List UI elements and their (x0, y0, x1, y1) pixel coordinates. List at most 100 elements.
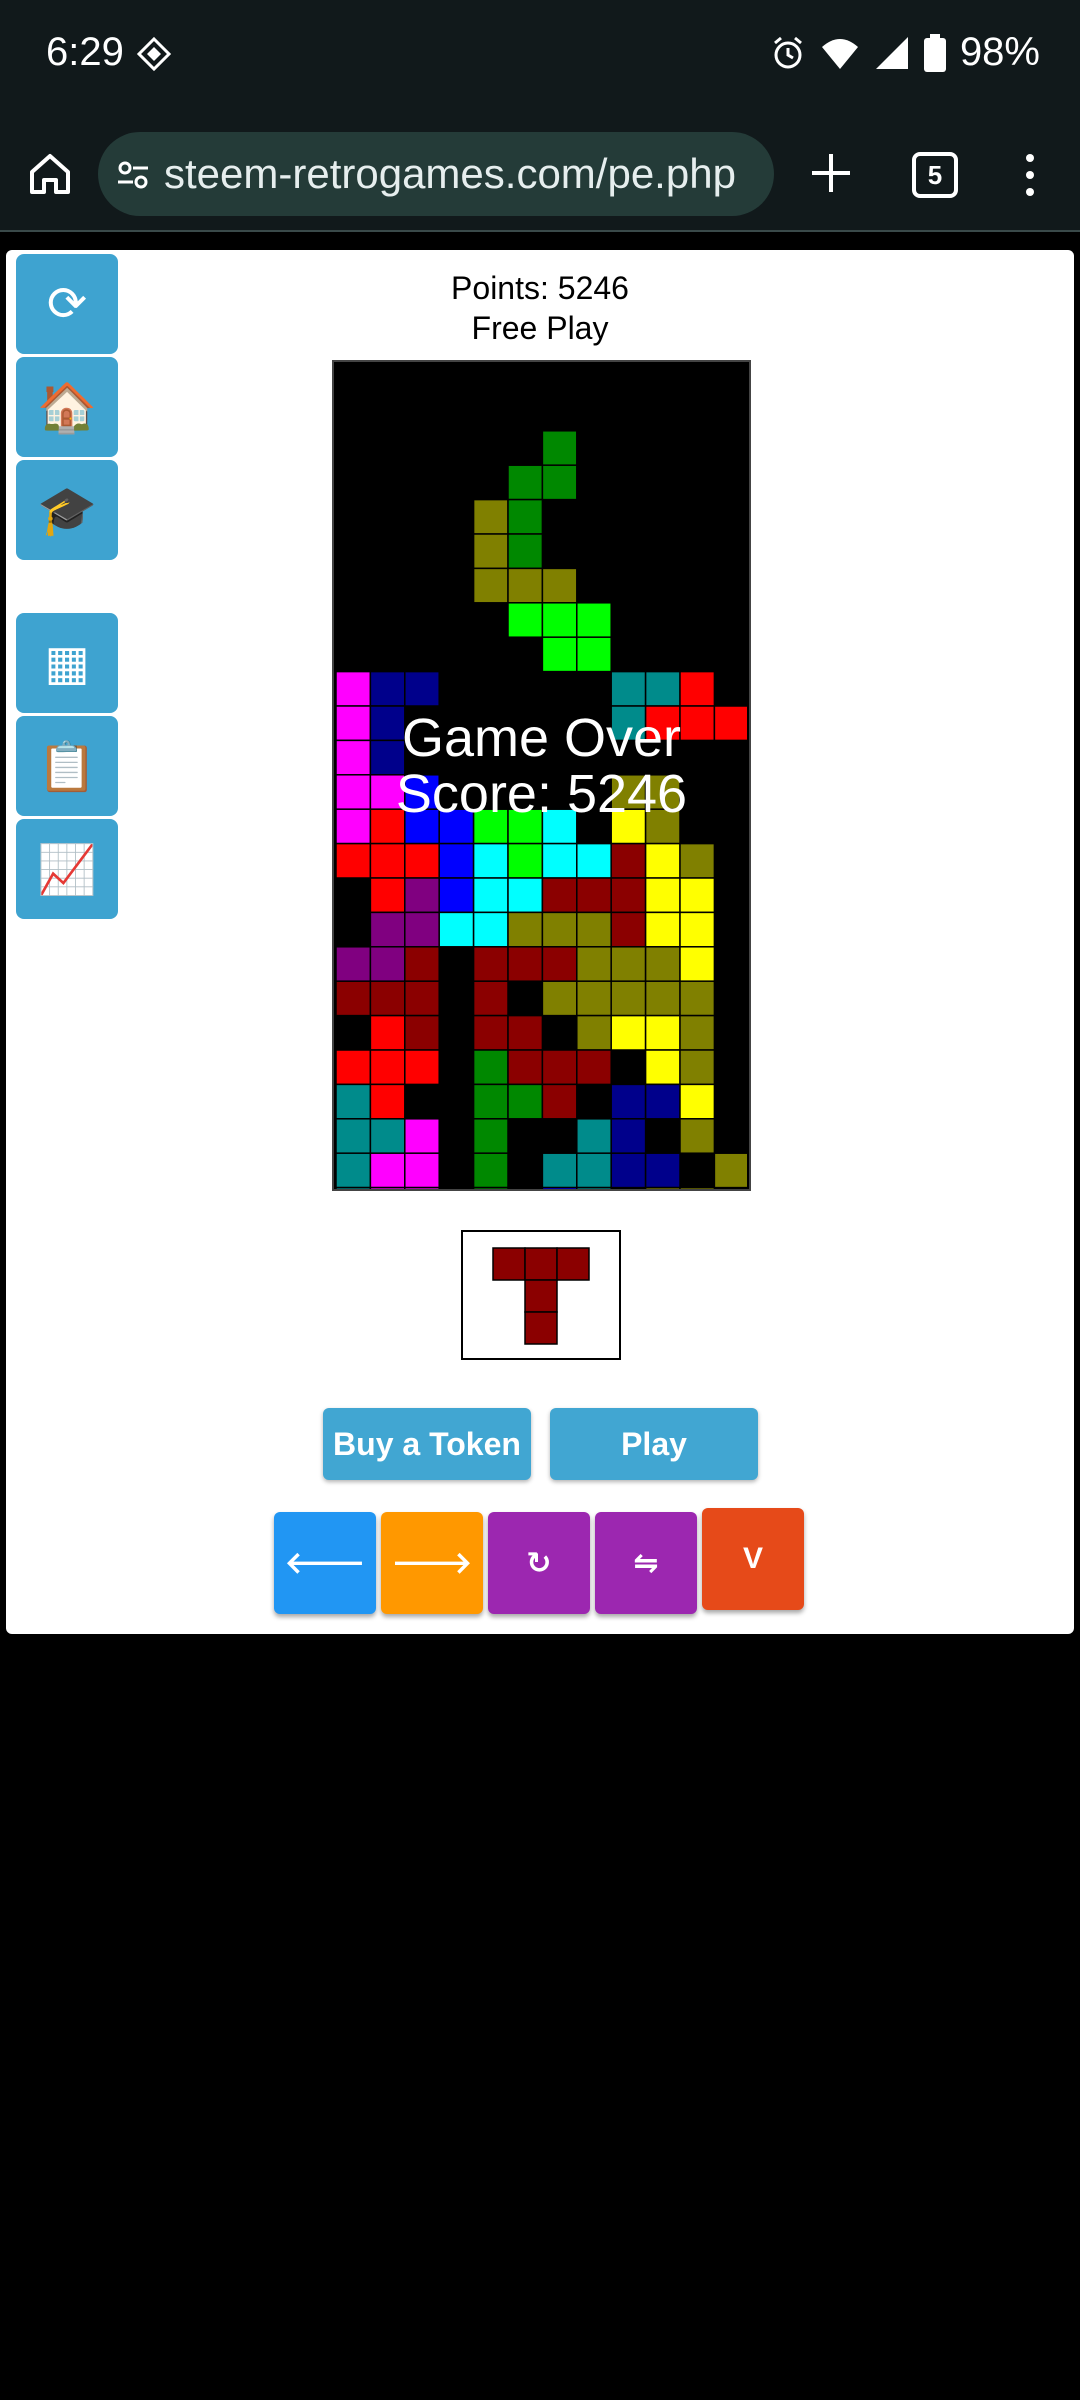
board-block (644, 1186, 681, 1189)
board-block (541, 946, 578, 982)
board-block (336, 670, 372, 707)
board-block (541, 1152, 578, 1189)
next-piece-block (524, 1247, 558, 1281)
url-text[interactable]: steem-retrogames.com/pe.php (164, 150, 764, 198)
clipboard-icon: 📋 (37, 740, 97, 794)
board-block (507, 946, 544, 982)
swap-icon: ⇋ (633, 1546, 659, 1580)
plus-icon[interactable] (806, 148, 856, 198)
board-block (369, 980, 406, 1017)
rotate-button[interactable]: ↻ (488, 1512, 590, 1614)
board-block (404, 911, 440, 948)
grid-button[interactable]: ▦ (16, 613, 118, 713)
board-block (610, 946, 647, 982)
play-button[interactable]: Play (550, 1408, 758, 1480)
tabs-icon[interactable]: 5 (912, 152, 958, 198)
board-block (507, 1014, 544, 1051)
board-block (679, 670, 716, 707)
browser-toolbar: steem-retrogames.com/pe.php 5 (0, 116, 1080, 232)
board-block (369, 1186, 406, 1189)
board-block (610, 911, 647, 948)
board-block (336, 1186, 372, 1189)
arrow-right-icon: 🡒 (391, 1547, 473, 1580)
graduation-cap-icon: 🎓 (37, 484, 97, 538)
status-time: 6:29 (46, 30, 124, 74)
board-block (472, 946, 509, 982)
board-block (541, 567, 578, 604)
stats-button[interactable]: 📈 (16, 819, 118, 919)
board-block (472, 1049, 509, 1086)
board-block (679, 1083, 716, 1120)
battery-icon (923, 33, 946, 72)
board-block (369, 842, 406, 879)
board-block (610, 877, 647, 914)
rotate-icon: ↻ (526, 1546, 552, 1580)
board-block (576, 1014, 612, 1051)
board-block (369, 670, 406, 707)
board-block (336, 1118, 372, 1154)
next-piece-block (556, 1247, 590, 1281)
board-block (541, 1083, 578, 1120)
board-block (404, 1186, 440, 1189)
board-block (576, 911, 612, 948)
board-block (610, 842, 647, 879)
board-block (679, 1049, 716, 1086)
next-piece-block (524, 1279, 558, 1313)
board-block (472, 533, 509, 570)
tutorial-button[interactable]: 🎓 (16, 460, 118, 560)
board-block (404, 980, 440, 1017)
move-left-button[interactable]: 🡐 (274, 1512, 376, 1614)
board-block (679, 842, 716, 879)
board-block (541, 1049, 578, 1086)
clipboard-button[interactable]: 📋 (16, 716, 118, 816)
board-block (369, 1049, 406, 1086)
board-block (369, 1118, 406, 1154)
board-block (610, 1083, 647, 1120)
board-block (644, 1049, 681, 1086)
url-field[interactable]: steem-retrogames.com/pe.php (98, 132, 774, 216)
board-block (472, 498, 509, 535)
board-block (610, 670, 647, 707)
board-block (369, 1014, 406, 1051)
home-button[interactable]: 🏠 (16, 357, 118, 457)
board-block (404, 1118, 440, 1154)
board-block (336, 1152, 372, 1189)
next-piece-block (492, 1247, 526, 1281)
board-block (576, 602, 612, 638)
board-block (438, 842, 475, 879)
board-block (713, 1152, 747, 1189)
board-block (541, 980, 578, 1017)
board-block (576, 1118, 612, 1154)
swap-button[interactable]: ⇋ (595, 1512, 697, 1614)
mode-label: Free Play (471, 310, 609, 346)
next-piece (492, 1247, 590, 1345)
board-block (576, 636, 612, 673)
board-block (507, 911, 544, 948)
buy-token-button[interactable]: Buy a Token (323, 1408, 531, 1480)
board-block (644, 1152, 681, 1189)
toolbar-divider (0, 230, 1080, 232)
board-block (679, 1118, 716, 1154)
menu-icon[interactable] (1018, 150, 1042, 200)
board-block (644, 911, 681, 948)
wifi-icon (821, 38, 858, 69)
board-block (507, 464, 544, 501)
board-block (336, 980, 372, 1017)
board-block (644, 1014, 681, 1051)
home-icon[interactable] (26, 150, 74, 198)
board-block (472, 911, 509, 948)
game-board[interactable]: Game Over Score: 5246 (332, 360, 751, 1191)
board-block (576, 1186, 612, 1189)
move-right-button[interactable]: 🡒 (381, 1512, 483, 1614)
board-block (679, 980, 716, 1017)
site-settings-icon[interactable] (116, 158, 150, 192)
board-block (610, 980, 647, 1017)
board-block (679, 946, 716, 982)
board-block (610, 1014, 647, 1051)
drop-button[interactable]: V (702, 1508, 804, 1610)
board-block (336, 1049, 372, 1086)
next-piece-block (524, 1311, 558, 1345)
board-block (404, 946, 440, 982)
board-block (507, 1049, 544, 1086)
board-block (576, 1049, 612, 1086)
